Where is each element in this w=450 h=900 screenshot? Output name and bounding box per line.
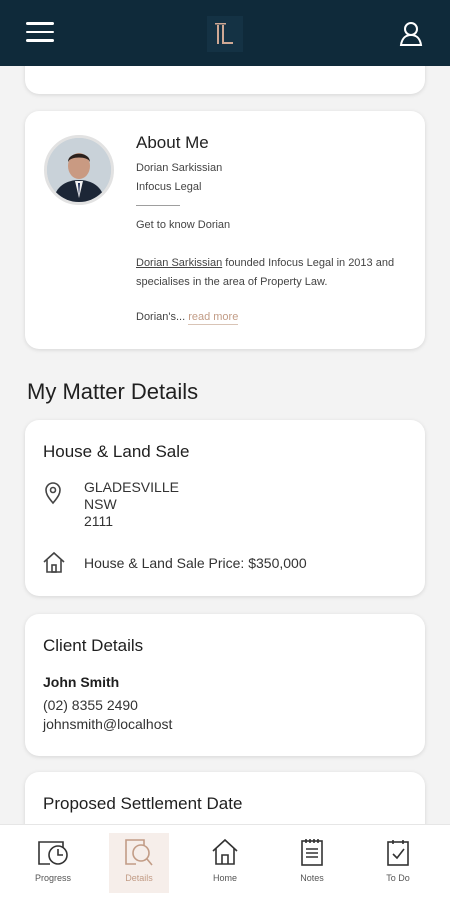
client-email[interactable]: johnsmith@localhost [43, 716, 172, 732]
hamburger-menu-icon[interactable] [26, 22, 54, 44]
matter-card: House & Land Sale GLADESVILLE NSW 2111 H… [25, 420, 425, 596]
nav-progress[interactable]: Progress [10, 825, 96, 900]
previous-card [25, 66, 425, 94]
location-pin-icon [42, 481, 64, 510]
read-more-link[interactable]: read more [188, 311, 239, 325]
infocus-legal-logo [207, 16, 243, 52]
about-title: About Me [136, 133, 209, 152]
address-suburb: GLADESVILLE [84, 479, 179, 495]
property-address: GLADESVILLE NSW 2111 [84, 479, 179, 530]
client-name: John Smith [43, 674, 120, 690]
address-postcode: 2111 [84, 513, 114, 529]
nav-label-notes: Notes [300, 873, 324, 883]
app-header [0, 0, 450, 66]
about-me-card: About Me Dorian Sarkissian Infocus Legal… [25, 111, 425, 349]
section-title: My Matter Details [27, 379, 199, 404]
progress-clock-icon [38, 841, 68, 865]
teaser-text: Dorian's... [136, 311, 186, 323]
client-phone[interactable]: (02) 8355 2490 [43, 697, 138, 713]
todo-checklist-icon [387, 840, 409, 866]
client-details-card: Client Details John Smith (02) 8355 2490… [25, 614, 425, 756]
home-icon [212, 838, 238, 865]
firm-name: Infocus Legal [136, 181, 202, 193]
nav-home[interactable]: Home [182, 825, 268, 900]
bio-teaser: Dorian's... read more [136, 311, 239, 325]
nav-todo[interactable]: To Do [355, 825, 441, 900]
settlement-title: Proposed Settlement Date [43, 794, 243, 813]
main-content[interactable]: About Me Dorian Sarkissian Infocus Legal… [0, 66, 450, 824]
client-details-title: Client Details [43, 636, 144, 655]
avatar [44, 135, 114, 205]
lawyer-name: Dorian Sarkissian [136, 162, 223, 174]
house-icon [42, 550, 66, 579]
bio-text: Dorian Sarkissian founded Infocus Legal … [136, 254, 411, 292]
bottom-nav: Progress Details Home Notes To Do [0, 824, 450, 900]
nav-label-progress: Progress [34, 873, 71, 883]
details-search-icon [125, 839, 153, 866]
nav-details[interactable]: Details [109, 833, 169, 893]
nav-label-todo: To Do [386, 873, 410, 883]
get-to-know-text: Get to know Dorian [136, 219, 231, 231]
property-title: House & Land Sale [43, 442, 190, 461]
divider [136, 205, 180, 206]
nav-notes[interactable]: Notes [269, 825, 355, 900]
user-icon[interactable] [398, 20, 424, 46]
sale-price: House & Land Sale Price: $350,000 [84, 555, 307, 571]
settlement-card: Proposed Settlement Date [25, 772, 425, 824]
nav-label-home: Home [212, 873, 237, 883]
nav-label-details: Details [125, 873, 153, 883]
address-state: NSW [84, 496, 117, 512]
notes-icon [301, 839, 323, 866]
bio-name-link[interactable]: Dorian Sarkissian [136, 257, 222, 269]
